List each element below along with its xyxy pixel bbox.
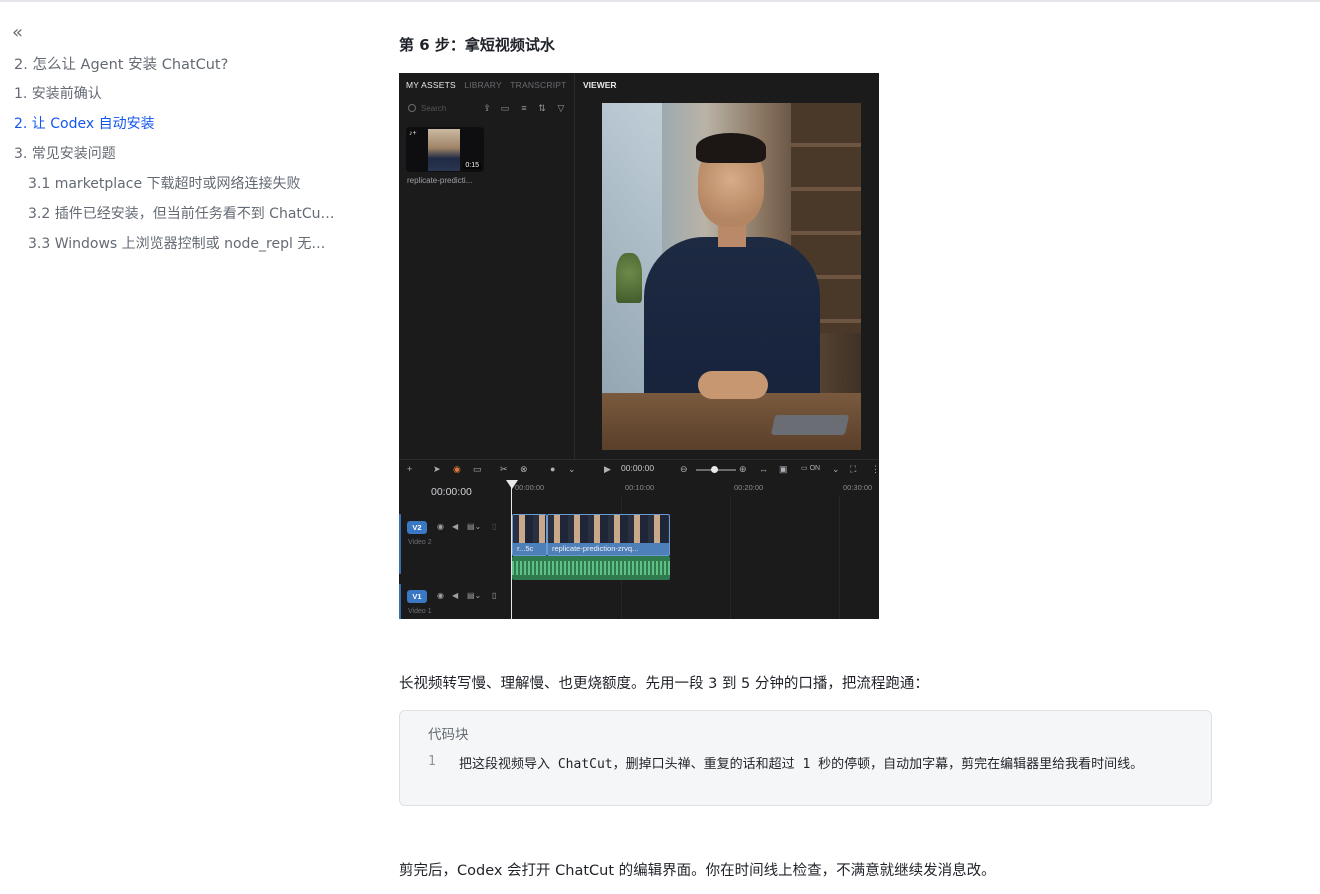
video-clip[interactable]: r...5c [512, 514, 547, 556]
asset-search-input[interactable]: Search [421, 104, 446, 113]
line-number: 1 [428, 754, 436, 769]
step-heading: 第 6 步：拿短视频试水 [399, 36, 555, 54]
sort-icon[interactable]: ⇅ [537, 103, 547, 113]
ruler-tick: 00:30:00 [843, 483, 873, 492]
captions-toggle[interactable]: ▭ ON [801, 463, 820, 475]
play-icon[interactable]: ▶ [604, 463, 611, 475]
asset-thumbnail[interactable]: ♪+ 0:15 [406, 127, 484, 172]
thumbnail-image [428, 129, 460, 171]
toc-item-common-issues[interactable]: 3. 常见安装问题 [14, 143, 116, 163]
timeline-toolbar: + ➤ ◉ ▭ ✂ ⊗ ● ⌄ ▶ 00:00:00 ⊖ ⊕ ↔ ▣ ▭ ON … [399, 461, 879, 479]
ruler-tick: 00:20:00 [734, 483, 764, 492]
video-clip[interactable]: replicate-prediction-zrvq... [547, 514, 670, 556]
speaker-icon[interactable]: ◀ [452, 522, 458, 531]
assets-panel: MY ASSETS LIBRARY TRANSCRIPT Search ⇪ ▭ … [399, 73, 575, 459]
code-line[interactable]: 把这段视频导入 ChatCut，删掉口头禅、重复的话和超过 1 秒的停顿，自动加… [459, 753, 1143, 772]
viewer-label: VIEWER [583, 80, 617, 90]
captions-icon[interactable]: ▤⌄ [467, 522, 481, 531]
track-header-v2: V2 Video 2 ◉ ◀ ▤⌄ ▯ [399, 514, 511, 574]
playhead-handle[interactable] [506, 480, 518, 489]
table-of-contents: « 2. 怎么让 Agent 安装 ChatCut? 1. 安装前确认 2. 让… [0, 0, 360, 894]
code-block: 代码块 1 把这段视频导入 ChatCut，删掉口头禅、重复的话和超过 1 秒的… [399, 710, 1212, 806]
tab-transcript[interactable]: TRANSCRIPT [510, 80, 566, 90]
timeline-divider [399, 459, 879, 460]
magnet-icon[interactable]: ◉ [453, 463, 461, 475]
toc-item-install-chatcut[interactable]: 2. 怎么让 Agent 安装 ChatCut? [14, 53, 228, 74]
code-block-title: 代码块 [428, 727, 469, 743]
grid-line [730, 496, 731, 619]
scissors-icon[interactable]: ✂ [500, 463, 508, 475]
select-tool-icon[interactable]: ➤ [433, 463, 441, 475]
timeline-ruler[interactable]: 00:00:00 00:10:00 00:20:00 00:30:00 [512, 482, 879, 496]
track-badge[interactable]: V2 [407, 521, 427, 534]
eye-icon[interactable]: ◉ [437, 522, 444, 531]
list-view-icon[interactable]: ≡ [519, 103, 529, 113]
toc-item-marketplace-timeout[interactable]: 3.1 marketplace 下载超时或网络连接失败 [28, 173, 301, 193]
asset-search-row: Search ⇪ ▭ ≡ ⇅ ▽ [406, 103, 568, 117]
upload-icon[interactable]: ⇪ [482, 103, 492, 113]
asset-duration: 0:15 [463, 162, 481, 169]
captions-state: ON [809, 465, 821, 472]
playback-time: 00:00:00 [621, 463, 655, 473]
chevron-down-icon[interactable]: ⌄ [832, 463, 840, 475]
tab-library[interactable]: LIBRARY [464, 80, 502, 90]
zoom-in-icon[interactable]: ⊕ [739, 463, 747, 475]
track-header-v1: V1 Video 1 ◉ ◀ ▤⌄ ▯ [399, 584, 511, 619]
audio-icon: ♪+ [409, 130, 417, 137]
folder-icon[interactable]: ▭ [500, 103, 510, 113]
split-icon[interactable]: ▭ [473, 463, 482, 475]
track-name: Video 1 [408, 608, 432, 615]
grid-line [839, 496, 840, 619]
captions-icon[interactable]: ▤⌄ [467, 591, 481, 600]
timeline-timecode: 00:00:00 [431, 486, 472, 498]
layout-icon[interactable]: ▣ [779, 463, 788, 475]
filter-icon[interactable]: ▽ [556, 103, 566, 113]
audio-clip-waveform[interactable] [512, 556, 670, 580]
chevron-down-icon[interactable]: ⌄ [568, 463, 576, 475]
add-icon[interactable]: + [407, 463, 412, 475]
microphone-icon[interactable]: ● [550, 463, 555, 475]
toc-item-preinstall-check[interactable]: 1. 安装前确认 [14, 83, 102, 103]
track-badge[interactable]: V1 [407, 590, 427, 603]
ruler-tick: 00:00:00 [515, 483, 545, 492]
paragraph-intro: 长视频转写慢、理解慢、也更烧额度。先用一段 3 到 5 分钟的口播，把流程跑通： [399, 676, 929, 692]
playhead[interactable] [511, 482, 512, 619]
track-name: Video 2 [408, 539, 432, 546]
trash-icon[interactable]: ▯ [492, 591, 496, 600]
link-icon[interactable]: ⊗ [520, 463, 528, 475]
clip-label: replicate-prediction-zrvq... [552, 544, 639, 553]
paragraph-after: 剪完后，Codex 会打开 ChatCut 的编辑界面。你在时间线上检查，不满意… [399, 863, 996, 879]
ruler-tick: 00:10:00 [625, 483, 655, 492]
assets-tabs: MY ASSETS LIBRARY TRANSCRIPT [406, 80, 573, 90]
clip-label: r...5c [517, 544, 534, 553]
eye-icon[interactable]: ◉ [437, 591, 444, 600]
zoom-slider-handle[interactable] [711, 466, 718, 473]
asset-name: replicate-predicti... [407, 176, 473, 185]
fullscreen-icon[interactable]: ⛶ [850, 463, 856, 475]
toc-item-plugin-not-visible[interactable]: 3.2 插件已经安装，但当前任务看不到 ChatCut ... [28, 203, 338, 223]
collapse-sidebar-icon[interactable]: « [12, 24, 30, 42]
search-icon [408, 104, 416, 112]
zoom-out-icon[interactable]: ⊖ [680, 463, 688, 475]
tab-my-assets[interactable]: MY ASSETS [406, 80, 456, 90]
editor-screenshot: MY ASSETS LIBRARY TRANSCRIPT Search ⇪ ▭ … [399, 73, 879, 619]
toc-item-codex-auto-install[interactable]: 2. 让 Codex 自动安装 [14, 113, 155, 133]
trash-icon[interactable]: ▯ [492, 522, 496, 531]
fit-width-icon[interactable]: ↔ [759, 463, 768, 475]
more-icon[interactable]: ⋮ [871, 463, 879, 475]
viewer-video-frame [602, 103, 861, 450]
speaker-icon[interactable]: ◀ [452, 591, 458, 600]
toc-item-windows-browser-control[interactable]: 3.3 Windows 上浏览器控制或 node_repl 无法... [28, 233, 338, 253]
